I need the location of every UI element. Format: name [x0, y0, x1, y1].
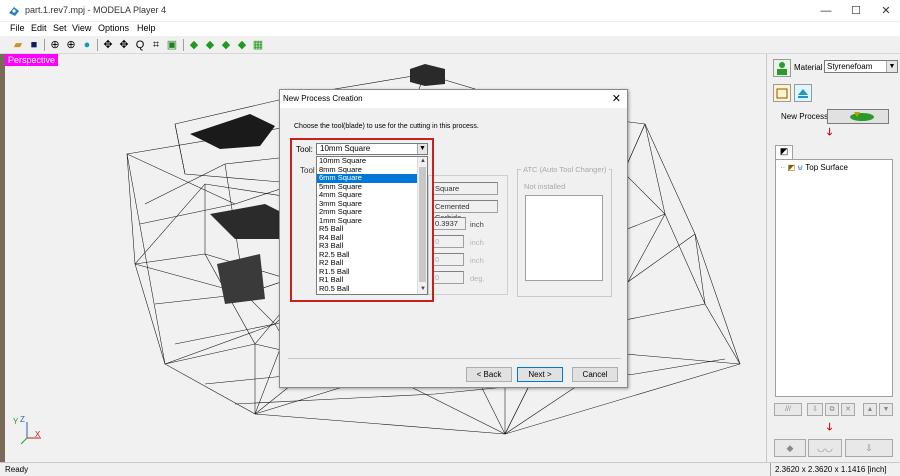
next-button[interactable]: Next > [517, 367, 563, 382]
toolbar-separator [44, 39, 45, 51]
close-button[interactable]: ✕ [872, 2, 900, 20]
dialog-title: New Process Creation [283, 94, 363, 103]
folder-icon: ◩ [787, 163, 796, 172]
dialog-close-button[interactable]: ✕ [612, 92, 621, 105]
tool-param-field-1[interactable]: 0 [432, 235, 464, 248]
open-project-icon[interactable] [773, 84, 791, 102]
material-label: Material [794, 63, 823, 72]
process-edit-button[interactable]: ⇩ [807, 403, 823, 416]
menu-view[interactable]: View [72, 23, 91, 33]
dialog-instruction: Choose the tool(blade) to use for the cu… [294, 123, 479, 130]
view-front-icon[interactable]: ◆ [187, 38, 201, 52]
tree-item[interactable]: ·· ◩ ⊌ Top Surface [780, 163, 848, 172]
atc-title: ATC (Auto Tool Changer) [521, 165, 609, 174]
axis-indicator [20, 422, 41, 445]
menu-options[interactable]: Options [98, 23, 129, 33]
cut-button[interactable]: ⇩ [845, 439, 893, 457]
zoom-window-icon[interactable]: ▣ [165, 38, 179, 52]
material-icon[interactable] [773, 59, 791, 77]
status-dimensions: 2.3620 x 2.3620 x 1.1416 [inch] [770, 463, 900, 476]
menu-bar: File Edit Set View Options Help [0, 22, 900, 36]
move-up-button[interactable]: ▲ [863, 403, 877, 416]
back-button[interactable]: < Back [466, 367, 512, 382]
menu-file[interactable]: File [10, 23, 25, 33]
minimize-button[interactable]: — [812, 2, 840, 20]
dialog-separator [288, 358, 621, 359]
process-list-icon[interactable] [794, 84, 812, 102]
param-unit-2: inch [470, 256, 484, 265]
view-side-icon[interactable]: ◆ [203, 38, 217, 52]
grid-view-icon[interactable]: ▦ [251, 38, 265, 52]
delete-button[interactable]: ✕ [841, 403, 855, 416]
toolbar-separator [183, 39, 184, 51]
dialog-title-bar: New Process Creation ✕ [280, 90, 627, 108]
tool-param-field-3[interactable]: 0 [432, 271, 464, 284]
tree-item-label: Top Surface [805, 163, 848, 172]
window-title: part.1.rev7.mpj - MODELA Player 4 [25, 5, 167, 15]
param-unit-3: deg. [470, 274, 485, 283]
pan-icon[interactable]: ✥ [117, 38, 131, 52]
tree-tab[interactable]: ◩ [775, 145, 793, 160]
status-ready: Ready [5, 465, 29, 474]
move-icon[interactable]: ✥ [101, 38, 115, 52]
tool-shape-field: Square [432, 182, 498, 195]
status-bar: Ready 2.3620 x 2.3620 x 1.1416 [inch] [0, 462, 900, 476]
menu-help[interactable]: Help [137, 23, 156, 33]
axis-z-label: Z [20, 415, 25, 424]
tool-material-field: Cemented Carbide [432, 200, 498, 222]
preview-button[interactable]: ◆ [774, 439, 806, 457]
new-process-label: New Process [781, 112, 829, 121]
view-target-icon[interactable]: ⊕ [48, 38, 62, 52]
diameter-unit: inch [470, 220, 484, 229]
annotation-highlight-box [290, 138, 434, 302]
surface-icon: ⊌ [797, 163, 804, 172]
open-folder-icon[interactable]: ▰ [11, 38, 25, 52]
param-unit-1: inch [470, 238, 484, 247]
axis-y-label: Y [13, 417, 19, 426]
toolbar: ▰ ■ ⊕ ⊕ ● ✥ ✥ Q ⌗ ▣ ◆ ◆ ◆ ◆ ▦ [0, 36, 900, 54]
perspective-label: Perspective [5, 54, 59, 66]
tool-diameter-field[interactable]: 0.3937 [432, 217, 466, 230]
move-down-button[interactable]: ▼ [879, 403, 893, 416]
view-rotate-icon[interactable]: ⊕ [64, 38, 78, 52]
axis-x-label: X [35, 430, 41, 439]
simulate-button[interactable]: ◡◡ [808, 439, 842, 457]
arrow-down-icon: 🡓 [827, 422, 833, 433]
save-icon[interactable]: ■ [27, 38, 41, 52]
menu-edit[interactable]: Edit [31, 23, 47, 33]
atc-status: Not installed [524, 182, 566, 191]
material-select[interactable]: Styrenefoam ▼ [824, 60, 898, 73]
maximize-button[interactable]: ☐ [842, 2, 870, 20]
new-process-button[interactable] [827, 109, 889, 124]
tool-param-field-2[interactable]: 0 [432, 253, 464, 266]
arrow-down-icon: 🡓 [827, 127, 833, 138]
atc-list [525, 195, 603, 281]
view-iso-icon[interactable]: ◆ [235, 38, 249, 52]
zoom-fit-icon[interactable]: ⌗ [149, 38, 163, 52]
cancel-button[interactable]: Cancel [572, 367, 618, 382]
zoom-icon[interactable]: Q [133, 38, 147, 52]
material-value: Styrenefoam [827, 62, 873, 71]
title-bar: part.1.rev7.mpj - MODELA Player 4 — ☐ ✕ [0, 0, 900, 22]
chevron-down-icon: ▼ [886, 61, 897, 72]
new-process-dialog: New Process Creation ✕ Choose the tool(b… [279, 89, 628, 388]
globe-icon[interactable]: ● [80, 38, 94, 52]
right-panel: Material Styrenefoam ▼ New Process 🡓 ◩ ·… [766, 54, 900, 462]
tool-path-button[interactable]: /// [774, 403, 802, 416]
process-tree[interactable]: ·· ◩ ⊌ Top Surface [775, 159, 893, 397]
copy-button[interactable]: ⧉ [825, 403, 839, 416]
toolbar-separator [97, 39, 98, 51]
view-top-icon[interactable]: ◆ [219, 38, 233, 52]
menu-set[interactable]: Set [53, 23, 67, 33]
app-icon [9, 7, 19, 16]
